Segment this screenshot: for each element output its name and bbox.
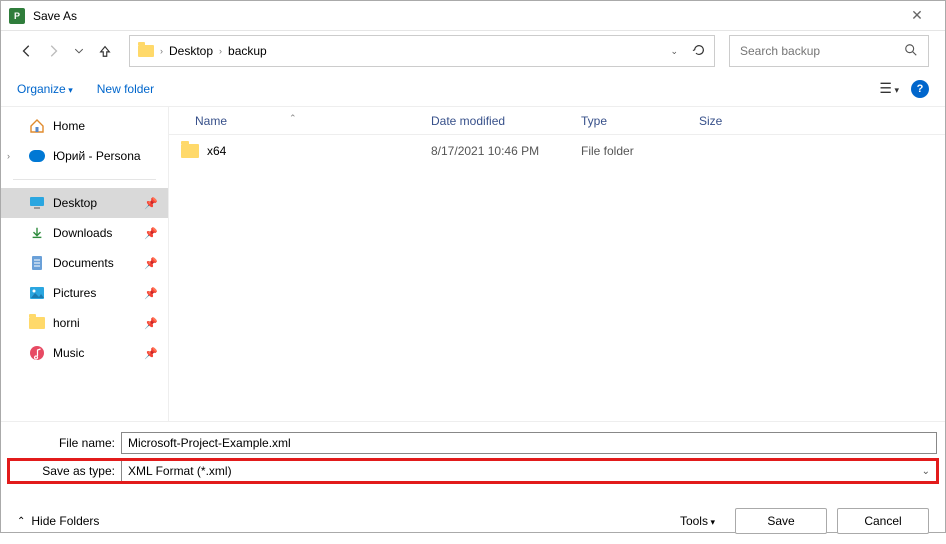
sidebar-item-onedrive[interactable]: › Юрий - Persona	[1, 141, 168, 171]
pin-icon: 📌	[144, 257, 158, 270]
file-type: File folder	[569, 144, 687, 158]
chevron-right-icon: ›	[160, 46, 163, 56]
sidebar-item-label: Downloads	[53, 226, 112, 240]
address-bar[interactable]: › Desktop › backup ⌄	[129, 35, 715, 67]
sidebar-item-label: Юрий - Persona	[53, 149, 141, 163]
close-button[interactable]: ✕	[897, 7, 937, 24]
footer: ⌃ Hide Folders Tools Save Cancel	[1, 494, 945, 544]
sidebar-item-music[interactable]: Music 📌	[1, 338, 168, 368]
refresh-button[interactable]	[692, 43, 706, 60]
hide-folders-button[interactable]: ⌃ Hide Folders	[17, 514, 99, 528]
sidebar: Home › Юрий - Persona Desktop 📌 Download…	[1, 107, 169, 421]
sidebar-item-pictures[interactable]: Pictures 📌	[1, 278, 168, 308]
help-button[interactable]: ?	[911, 80, 929, 98]
search-box[interactable]	[729, 35, 929, 67]
pin-icon: 📌	[144, 287, 158, 300]
saveastype-value: XML Format (*.xml)	[128, 464, 232, 478]
search-icon	[904, 43, 918, 60]
sidebar-item-label: Desktop	[53, 196, 97, 210]
file-pane: Name ⌃ Date modified Type Size x64 8/17/…	[169, 107, 945, 421]
cloud-icon	[29, 148, 45, 164]
breadcrumb-part[interactable]: backup	[228, 44, 267, 58]
download-icon	[29, 225, 45, 241]
sidebar-item-label: Pictures	[53, 286, 96, 300]
save-fields: File name: Save as type: XML Format (*.x…	[1, 421, 945, 494]
filename-row: File name:	[9, 432, 937, 454]
sidebar-item-label: Home	[53, 119, 85, 133]
filename-label: File name:	[9, 436, 121, 450]
sidebar-item-label: horni	[53, 316, 80, 330]
document-icon	[29, 255, 45, 271]
file-row[interactable]: x64 8/17/2021 10:46 PM File folder	[169, 135, 945, 167]
column-header-type[interactable]: Type	[569, 114, 687, 128]
organize-button[interactable]: Organize	[17, 82, 73, 96]
cancel-button[interactable]: Cancel	[837, 508, 929, 534]
address-dropdown-icon[interactable]: ⌄	[670, 46, 678, 57]
back-button[interactable]	[17, 41, 37, 61]
search-input[interactable]	[740, 44, 904, 58]
music-icon	[29, 345, 45, 361]
folder-icon	[181, 144, 199, 158]
desktop-icon	[29, 195, 45, 211]
saveastype-label: Save as type:	[9, 464, 121, 478]
sidebar-item-label: Documents	[53, 256, 114, 270]
save-button[interactable]: Save	[735, 508, 827, 534]
pin-icon: 📌	[144, 347, 158, 360]
column-header-name[interactable]: Name ⌃	[169, 114, 419, 128]
column-headers: Name ⌃ Date modified Type Size	[169, 107, 945, 135]
sidebar-item-home[interactable]: Home	[1, 111, 168, 141]
tools-button[interactable]: Tools	[680, 514, 715, 528]
column-header-label: Name	[195, 114, 227, 128]
filename-input[interactable]	[121, 432, 937, 454]
folder-icon	[138, 45, 154, 57]
sidebar-item-desktop[interactable]: Desktop 📌	[1, 188, 168, 218]
sort-indicator-icon: ⌃	[289, 113, 297, 124]
sidebar-item-folder[interactable]: horni 📌	[1, 308, 168, 338]
chevron-up-icon: ⌃	[17, 516, 25, 527]
new-folder-button[interactable]: New folder	[97, 82, 154, 96]
pin-icon: 📌	[144, 317, 158, 330]
sidebar-item-label: Music	[53, 346, 84, 360]
titlebar: P Save As ✕	[1, 1, 945, 31]
pin-icon: 📌	[144, 227, 158, 240]
app-icon: P	[9, 8, 25, 24]
column-header-size[interactable]: Size	[687, 114, 777, 128]
chevron-right-icon: ›	[219, 46, 222, 56]
divider	[13, 179, 156, 180]
saveastype-row: Save as type: XML Format (*.xml) ⌄	[9, 460, 937, 482]
up-button[interactable]	[95, 41, 115, 61]
folder-icon	[29, 315, 45, 331]
window-title: Save As	[33, 9, 897, 23]
expand-chevron-icon[interactable]: ›	[7, 151, 10, 161]
sidebar-item-documents[interactable]: Documents 📌	[1, 248, 168, 278]
toolbar: Organize New folder ☰ ?	[1, 71, 945, 107]
sidebar-item-downloads[interactable]: Downloads 📌	[1, 218, 168, 248]
breadcrumb-part[interactable]: Desktop	[169, 44, 213, 58]
file-name: x64	[207, 144, 226, 158]
main-area: Home › Юрий - Persona Desktop 📌 Download…	[1, 107, 945, 421]
file-date: 8/17/2021 10:46 PM	[419, 144, 569, 158]
pictures-icon	[29, 285, 45, 301]
hide-folders-label: Hide Folders	[31, 514, 99, 528]
pin-icon: 📌	[144, 197, 158, 210]
home-icon	[29, 118, 45, 134]
column-header-date[interactable]: Date modified	[419, 114, 569, 128]
nav-row: › Desktop › backup ⌄	[1, 31, 945, 71]
recent-locations-button[interactable]	[69, 41, 89, 61]
chevron-down-icon: ⌄	[922, 466, 930, 477]
view-mode-button[interactable]: ☰	[879, 80, 899, 97]
forward-button[interactable]	[43, 41, 63, 61]
saveastype-select[interactable]: XML Format (*.xml) ⌄	[121, 460, 937, 482]
